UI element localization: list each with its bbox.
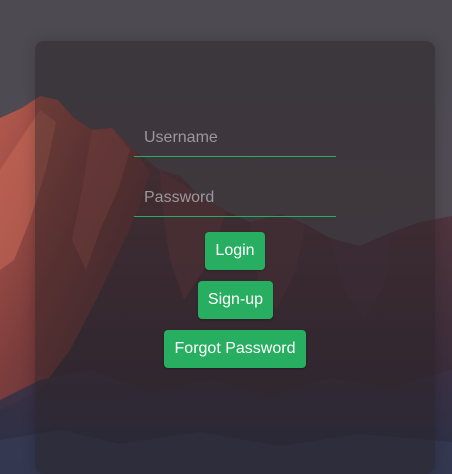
password-field[interactable] bbox=[134, 180, 336, 217]
username-field[interactable] bbox=[134, 120, 336, 157]
login-button[interactable]: Login bbox=[205, 232, 265, 270]
sign-up-button[interactable]: Sign-up bbox=[198, 281, 273, 319]
forgot-password-button[interactable]: Forgot Password bbox=[164, 330, 306, 368]
password-input[interactable] bbox=[134, 180, 336, 216]
username-input[interactable] bbox=[134, 120, 336, 156]
